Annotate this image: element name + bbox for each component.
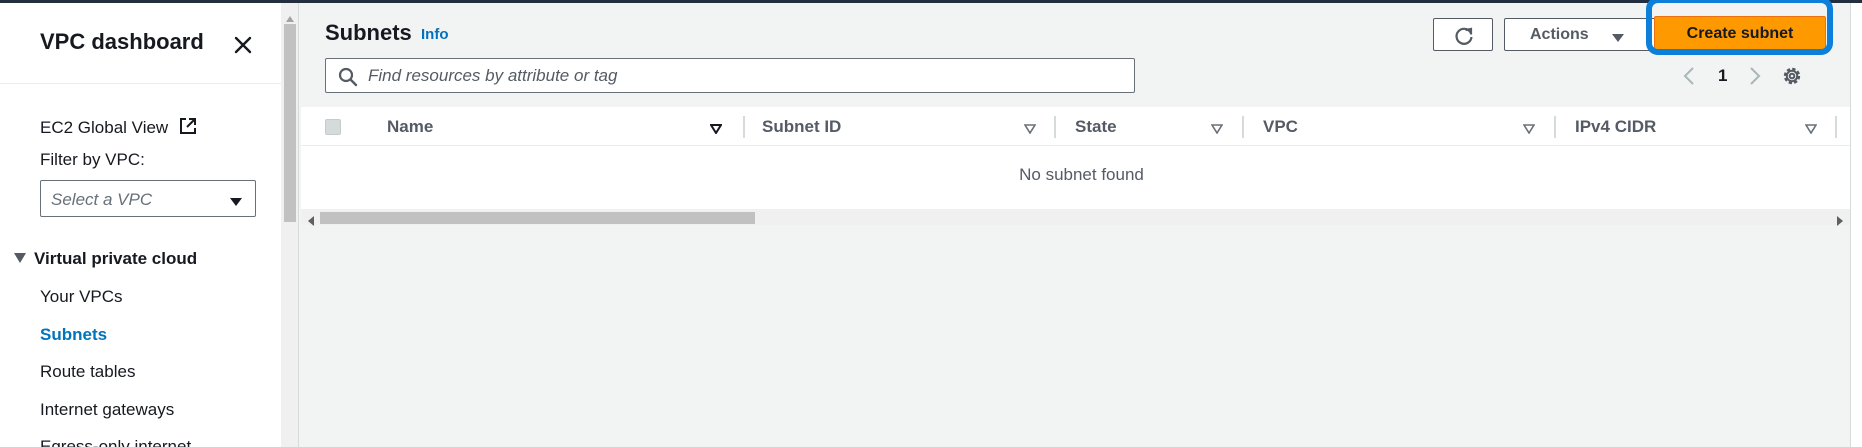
- chevron-left-icon[interactable]: [1682, 66, 1696, 91]
- column-divider[interactable]: [743, 116, 745, 138]
- sort-icon[interactable]: [1804, 121, 1818, 139]
- column-header-name[interactable]: Name: [387, 117, 433, 137]
- section-heading-label: Virtual private cloud: [34, 249, 198, 268]
- page-number[interactable]: 1: [1718, 66, 1727, 86]
- column-divider[interactable]: [1054, 116, 1056, 138]
- external-link-icon: [179, 117, 197, 140]
- sidebar-item-internet-gateways[interactable]: Internet gateways: [40, 400, 174, 420]
- chevron-right-icon[interactable]: [1748, 66, 1762, 91]
- section-virtual-private-cloud[interactable]: Virtual private cloud: [14, 248, 197, 269]
- column-divider[interactable]: [1835, 116, 1837, 138]
- vpc-select[interactable]: Select a VPC: [40, 180, 256, 217]
- search-input[interactable]: [366, 63, 1130, 89]
- sidebar-item-your-vpcs[interactable]: Your VPCs: [40, 287, 123, 307]
- scroll-left-icon[interactable]: [307, 213, 315, 231]
- scroll-right-icon[interactable]: [1836, 213, 1844, 231]
- sidebar: VPC dashboard EC2 Global View Filter by …: [0, 3, 281, 447]
- sidebar-item-egress-only[interactable]: Egress-only internet: [40, 437, 191, 447]
- column-header-state[interactable]: State: [1075, 117, 1117, 137]
- column-divider[interactable]: [1242, 116, 1244, 138]
- select-all-checkbox[interactable]: [325, 119, 341, 135]
- sort-icon[interactable]: [709, 121, 723, 139]
- column-divider[interactable]: [1554, 116, 1556, 138]
- actions-label: Actions: [1530, 26, 1589, 43]
- filter-by-vpc-label: Filter by VPC:: [40, 150, 145, 169]
- column-header-vpc[interactable]: VPC: [1263, 117, 1298, 137]
- sidebar-item-route-tables[interactable]: Route tables: [40, 362, 135, 382]
- sort-icon[interactable]: [1023, 121, 1037, 139]
- sidebar-scrollbar[interactable]: [281, 3, 299, 447]
- empty-state-text: No subnet found: [1019, 165, 1144, 184]
- column-header-subnet-id[interactable]: Subnet ID: [762, 117, 841, 137]
- actions-button[interactable]: Actions: [1504, 18, 1679, 51]
- ec2-global-view-label: EC2 Global View: [40, 118, 169, 137]
- search-icon: [338, 67, 358, 87]
- sidebar-scroll-thumb[interactable]: [284, 24, 296, 222]
- vpc-select-placeholder: Select a VPC: [51, 190, 153, 209]
- create-subnet-button[interactable]: Create subnet: [1654, 16, 1826, 50]
- table-scroll-thumb[interactable]: [320, 212, 755, 224]
- caret-down-icon: [1611, 30, 1625, 48]
- column-header-ipv4-cidr[interactable]: IPv4 CIDR: [1575, 117, 1656, 137]
- sort-icon[interactable]: [1210, 121, 1224, 139]
- search-field[interactable]: [325, 58, 1135, 93]
- caret-down-icon: [14, 248, 26, 268]
- subnets-table: Name Subnet ID State VPC IPv4 CIDR No su…: [301, 107, 1862, 209]
- refresh-button[interactable]: [1433, 18, 1493, 51]
- close-icon[interactable]: [228, 30, 258, 60]
- sidebar-title: VPC dashboard: [40, 29, 204, 54]
- gear-icon[interactable]: [1780, 64, 1804, 93]
- main-content: Subnets Info Actions Create subnet 1: [301, 0, 1862, 447]
- page-title: Subnets: [325, 20, 412, 45]
- caret-down-icon: [229, 194, 243, 212]
- sort-icon[interactable]: [1522, 121, 1536, 139]
- ec2-global-view-link[interactable]: EC2 Global View: [40, 117, 197, 140]
- create-subnet-label: Create subnet: [1686, 25, 1794, 42]
- sidebar-header: VPC dashboard: [0, 3, 281, 84]
- right-edge-panel: [1850, 3, 1862, 447]
- sidebar-item-subnets[interactable]: Subnets: [40, 325, 107, 345]
- table-header: Name Subnet ID State VPC IPv4 CIDR: [301, 107, 1862, 146]
- info-link[interactable]: Info: [421, 26, 449, 43]
- table-horizontal-scrollbar[interactable]: [301, 209, 1862, 226]
- refresh-icon: [1455, 27, 1473, 45]
